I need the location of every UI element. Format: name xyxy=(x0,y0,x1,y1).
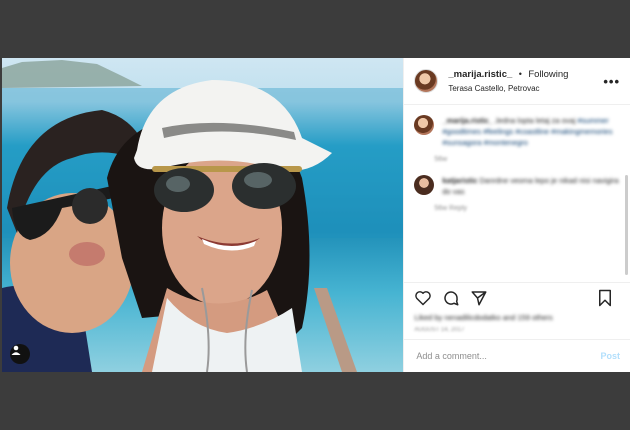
comment-meta: 56w xyxy=(434,156,448,163)
scrollbar[interactable] xyxy=(625,175,628,275)
avatar[interactable] xyxy=(414,175,435,195)
post-header: _marija.ristic_ • Following Terasa Caste… xyxy=(404,58,630,105)
likes-count[interactable]: Liked by nenadilicdodatko and 159 others xyxy=(404,313,630,325)
heart-icon[interactable] xyxy=(412,287,434,309)
username-link[interactable]: _marija.ristic_ xyxy=(448,69,512,80)
post-button[interactable]: Post xyxy=(600,351,620,361)
comment-meta: 56w Reply xyxy=(434,205,468,212)
post-date: AUGUST 14, 2017 xyxy=(414,327,465,333)
user-tag-icon[interactable] xyxy=(10,344,30,364)
avatar[interactable] xyxy=(414,115,435,135)
header-text: _marija.ristic_ • Following Terasa Caste… xyxy=(448,66,568,96)
list-item: _marija.ristic_ Jedna lopta letaj za ova… xyxy=(414,115,620,163)
post-photo[interactable] xyxy=(2,58,404,372)
comment-icon[interactable] xyxy=(440,287,462,309)
location-link[interactable]: Terasa Castello, Petrovac xyxy=(448,82,568,96)
selfie-image xyxy=(2,60,404,372)
avatar[interactable] xyxy=(414,69,439,93)
share-icon[interactable] xyxy=(468,287,490,309)
more-options-icon[interactable]: ••• xyxy=(603,74,620,89)
post-side-panel: _marija.ristic_ • Following Terasa Caste… xyxy=(403,58,630,372)
bookmark-icon[interactable] xyxy=(594,287,616,309)
action-bar xyxy=(404,282,630,313)
following-button[interactable]: Following xyxy=(528,69,568,80)
post-modal: _marija.ristic_ • Following Terasa Caste… xyxy=(2,58,630,372)
comment-input[interactable] xyxy=(414,350,569,362)
separator-dot: • xyxy=(518,69,522,79)
add-comment-bar: Post xyxy=(404,339,630,372)
comments-list: _marija.ristic_ Jedna lopta letaj za ova… xyxy=(404,105,630,282)
list-item: katjaristic Danrdne veoma lepo je nikad … xyxy=(414,175,620,212)
comment-text: _marija.ristic_ Jedna lopta letaj za ova… xyxy=(442,116,613,147)
comment-content: katjaristic Danrdne veoma lepo je nikad … xyxy=(434,175,620,212)
comment-content: _marija.ristic_ Jedna lopta letaj za ova… xyxy=(434,115,620,163)
comment-text: katjaristic Danrdne veoma lepo je nikad … xyxy=(442,176,619,196)
